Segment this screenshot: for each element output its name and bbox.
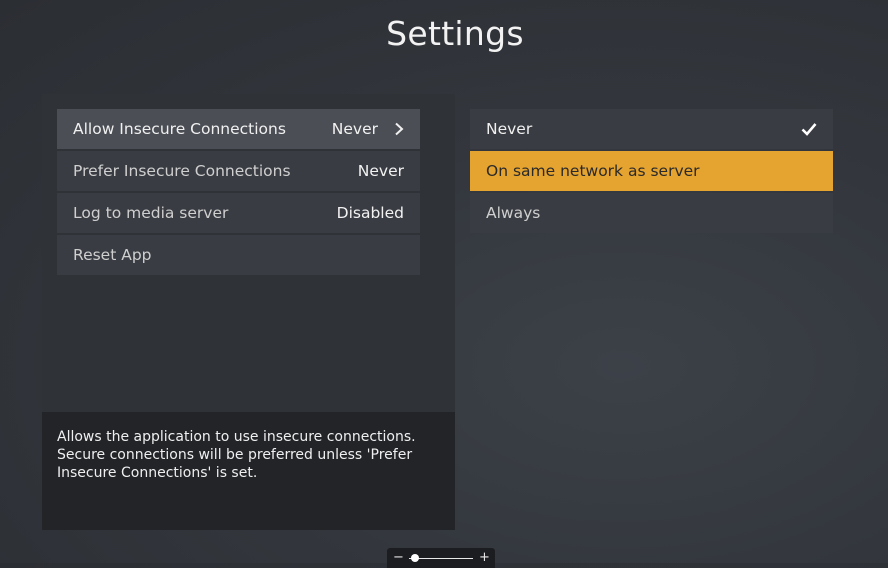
setting-value: Never	[357, 162, 404, 180]
setting-allow-insecure-connections[interactable]: Allow Insecure Connections Never	[57, 109, 420, 149]
setting-label: Reset App	[73, 246, 152, 264]
setting-reset-app[interactable]: Reset App	[57, 235, 420, 275]
option-always[interactable]: Always	[470, 193, 833, 233]
checkmark-icon	[801, 122, 817, 136]
setting-label: Allow Insecure Connections	[73, 120, 286, 138]
setting-log-to-media-server[interactable]: Log to media server Disabled	[57, 193, 420, 233]
chevron-right-icon	[394, 122, 404, 136]
settings-list: Allow Insecure Connections Never Prefer …	[57, 109, 420, 277]
setting-value: Never	[331, 120, 378, 138]
settings-panel: Allow Insecure Connections Never Prefer …	[42, 94, 455, 530]
setting-label: Log to media server	[73, 204, 229, 222]
options-list: Never On same network as server Always	[470, 109, 833, 235]
option-label: Always	[486, 204, 541, 222]
option-label: On same network as server	[486, 162, 700, 180]
setting-description: Allows the application to use insecure c…	[42, 412, 455, 530]
setting-label: Prefer Insecure Connections	[73, 162, 291, 180]
page-title: Settings	[386, 14, 524, 53]
option-on-same-network[interactable]: On same network as server	[470, 151, 833, 191]
option-never[interactable]: Never	[470, 109, 833, 149]
option-label: Never	[486, 120, 533, 138]
description-line: Allows the application to use insecure c…	[57, 429, 416, 445]
description-line: Secure connections will be preferred unl…	[57, 447, 413, 463]
setting-value: Disabled	[336, 204, 404, 222]
zoom-slider-handle[interactable]	[411, 554, 420, 562]
description-line: Insecure Connections' is set.	[57, 465, 258, 481]
zoom-control: − +	[387, 548, 495, 568]
setting-prefer-insecure-connections[interactable]: Prefer Insecure Connections Never	[57, 151, 420, 191]
